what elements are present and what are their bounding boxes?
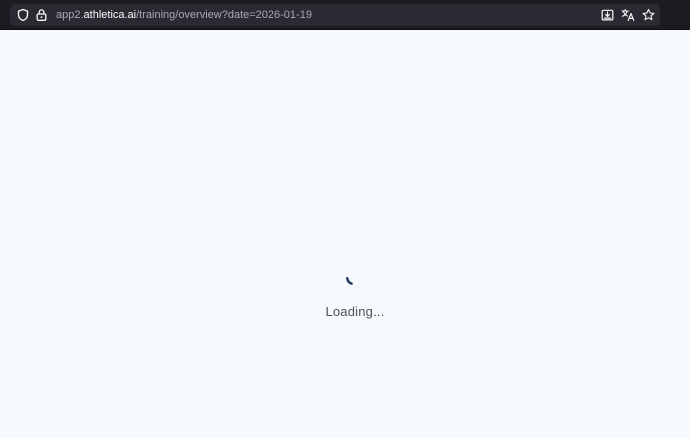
loading-spinner-icon [346,277,353,285]
address-bar[interactable]: app2.athletica.ai/training/overview?date… [10,4,660,26]
url-path: /training/overview?date=2026-01-19 [136,9,312,21]
browser-toolbar: app2.athletica.ai/training/overview?date… [0,0,690,30]
shield-icon[interactable] [17,8,29,22]
url-text[interactable]: app2.athletica.ai/training/overview?date… [56,4,312,26]
url-prefix: app2. [56,9,84,21]
translate-icon[interactable] [621,8,635,22]
lock-icon[interactable] [36,9,47,22]
page-content [0,30,690,438]
url-host: athletica.ai [83,9,137,21]
bookmark-star-icon[interactable] [642,8,655,22]
loading-text: Loading... [325,304,385,319]
download-icon[interactable] [601,9,614,22]
